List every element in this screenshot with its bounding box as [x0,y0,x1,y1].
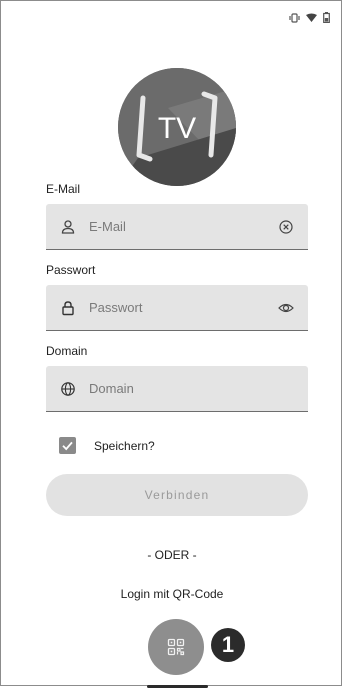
battery-icon [323,12,330,23]
email-label: E-Mail [46,182,81,196]
globe-icon [60,381,76,397]
password-placeholder: Passwort [89,300,143,315]
wifi-icon [306,13,317,23]
qr-code-icon [167,638,185,656]
person-icon [60,219,76,235]
domain-field[interactable]: Domain [46,366,308,412]
lock-icon [60,300,76,316]
email-placeholder: E-Mail [89,219,126,234]
vibrate-icon [289,12,300,23]
logo-text: TV [158,112,196,145]
password-field[interactable]: Passwort [46,285,308,331]
remember-checkbox[interactable] [59,437,76,454]
app-logo: TV [118,68,236,186]
eye-icon[interactable] [278,300,294,316]
clear-icon[interactable] [278,219,294,235]
qr-login-label: Login mit QR-Code [120,587,224,601]
domain-label: Domain [46,344,88,358]
qr-login-button[interactable] [148,619,204,675]
annotation-badge: 1 [211,628,245,662]
email-field[interactable]: E-Mail [46,204,308,250]
status-bar [289,12,330,23]
check-icon [62,441,73,451]
password-label: Passwort [46,263,96,277]
domain-placeholder: Domain [89,381,134,396]
or-divider: - ODER - [147,548,197,562]
remember-label[interactable]: Speichern? [94,439,155,453]
connect-button[interactable]: Verbinden [46,474,308,516]
